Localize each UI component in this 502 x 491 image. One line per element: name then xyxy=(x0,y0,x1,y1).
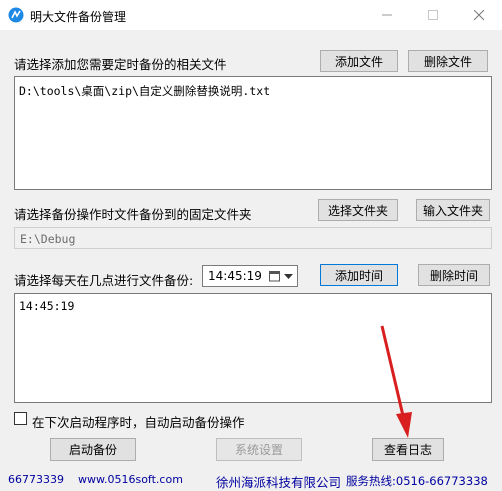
footer-phone: 66773339 xyxy=(8,473,64,486)
title-bar: 明大文件备份管理 xyxy=(0,0,502,30)
system-settings-button[interactable]: 系统设置 xyxy=(216,438,302,461)
annotation-arrow xyxy=(380,325,412,438)
maximize-button[interactable] xyxy=(410,0,456,30)
footer-hotline: 服务热线:0516-66773338 xyxy=(346,474,488,488)
folder-path-value: E:\Debug xyxy=(20,232,76,246)
select-folder-button[interactable]: 选择文件夹 xyxy=(318,199,398,221)
folder-section-label: 请选择备份操作时文件备份到的固定文件夹 xyxy=(14,207,252,222)
add-time-button[interactable]: 添加时间 xyxy=(320,264,398,286)
delete-time-button[interactable]: 删除时间 xyxy=(418,264,490,286)
calendar-icon[interactable] xyxy=(269,270,281,282)
add-file-button[interactable]: 添加文件 xyxy=(320,50,398,72)
folder-path-field: E:\Debug xyxy=(14,227,492,249)
minimize-button[interactable] xyxy=(364,0,410,30)
maximize-icon xyxy=(428,10,438,20)
autostart-label: 在下次启动程序时，自动启动备份操作 xyxy=(32,415,245,430)
time-list[interactable]: 14:45:19 xyxy=(14,293,492,403)
time-list-item[interactable]: 14:45:19 xyxy=(19,299,74,313)
file-list[interactable]: D:\tools\桌面\zip\自定义删除替换说明.txt xyxy=(14,76,492,190)
footer-company: 徐州海派科技有限公司 xyxy=(216,475,342,490)
chevron-down-icon[interactable] xyxy=(284,274,293,280)
autostart-checkbox[interactable] xyxy=(14,412,27,425)
close-icon xyxy=(474,10,484,20)
close-button[interactable] xyxy=(456,0,502,30)
files-section-label: 请选择添加您需要定时备份的相关文件 xyxy=(14,57,227,72)
window-title: 明大文件备份管理 xyxy=(30,10,127,24)
time-picker-value: 14:45:19 xyxy=(208,269,262,283)
app-icon xyxy=(8,7,24,23)
footer-website[interactable]: www.0516soft.com xyxy=(78,473,183,486)
time-section-label: 请选择每天在几点进行文件备份: xyxy=(14,273,194,288)
delete-file-button[interactable]: 删除文件 xyxy=(408,50,488,72)
start-backup-button[interactable]: 启动备份 xyxy=(50,438,136,461)
file-list-item[interactable]: D:\tools\桌面\zip\自定义删除替换说明.txt xyxy=(19,83,270,99)
time-picker[interactable]: 14:45:19 xyxy=(202,265,298,287)
minimize-icon xyxy=(382,14,392,16)
input-folder-button[interactable]: 输入文件夹 xyxy=(416,199,490,221)
